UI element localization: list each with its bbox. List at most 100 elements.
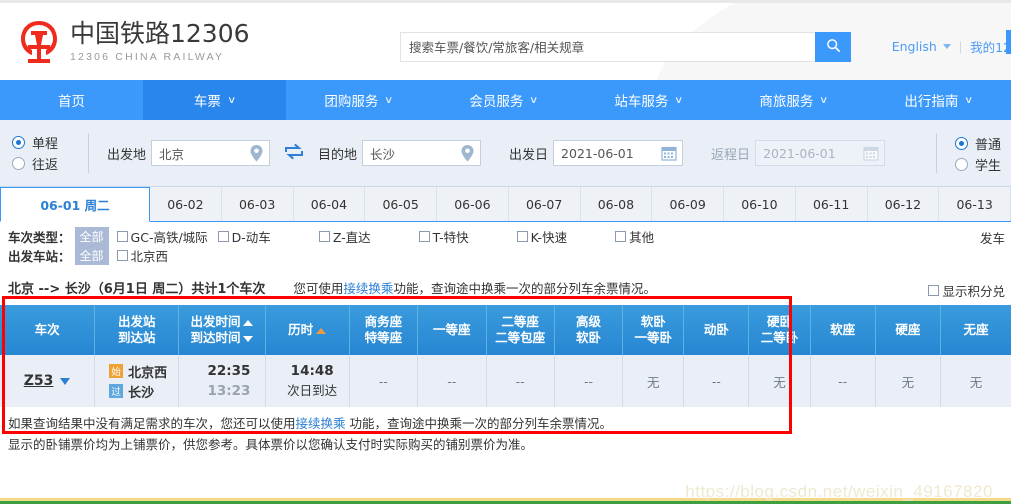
train-type-all-chip[interactable]: 全部: [74, 227, 109, 246]
col-label-2: 二等包座: [495, 330, 546, 345]
my-account-link[interactable]: 我的12: [970, 37, 1011, 56]
transfer-link[interactable]: 接续换乘: [343, 281, 393, 296]
cell-emu-sleeper: --: [683, 355, 750, 407]
nav-item-station-service[interactable]: 站车服务 ∨: [576, 80, 721, 120]
date-tab[interactable]: 06-07: [508, 187, 581, 221]
language-switcher[interactable]: English: [892, 39, 937, 54]
radio-one-way[interactable]: 单程: [12, 132, 78, 153]
calendar-icon[interactable]: [661, 145, 677, 164]
sort-asc-icon[interactable]: [316, 327, 327, 334]
nav-item-member-service[interactable]: 会员服务 ∨: [431, 80, 576, 120]
date-tab[interactable]: 06-12: [867, 187, 940, 221]
footer-transfer-link[interactable]: 接续换乘: [296, 416, 346, 431]
calendar-icon[interactable]: [863, 145, 879, 164]
panel-divider: [936, 133, 937, 173]
footer-line-2: 显示的卧铺票价均为上铺票价，供您参考。具体票价以您确认支付时实际购买的铺别票价为…: [8, 437, 534, 452]
col-soft-seat: 软座: [810, 305, 876, 355]
show-points-checkbox-row[interactable]: 显示积分兑: [928, 281, 1005, 300]
passenger-type-group: 普通 学生: [954, 133, 1001, 175]
search-button[interactable]: [815, 32, 851, 62]
checkbox: [116, 250, 128, 261]
filter-d[interactable]: D-动车: [217, 227, 271, 246]
date-tab[interactable]: 06-08: [580, 187, 653, 221]
header-edge-accent: [1006, 30, 1011, 54]
transfer-note: 您可使用接续换乘功能，查询途中换乘一次的部分列车余票情况。: [293, 278, 656, 297]
date-tab-label: 06-08: [597, 196, 635, 212]
chevron-down-icon[interactable]: [942, 44, 951, 49]
date-tab[interactable]: 06-09: [652, 187, 724, 221]
nav-item-group-service[interactable]: 团购服务 ∨: [286, 80, 431, 120]
nav-label: 车票: [193, 94, 221, 110]
train-type-filter-row: 车次类型： 全部 GC-高铁/城际 D-动车 Z-直达 T-特快 K-快速 其他: [8, 227, 1011, 246]
nav-item-home[interactable]: 首页: [0, 80, 143, 120]
sort-asc-icon[interactable]: [243, 319, 254, 326]
filter-label: GC-高铁/城际: [130, 230, 208, 245]
from-station-line: 始 北京西: [109, 361, 178, 381]
date-tab[interactable]: 06-13: [939, 187, 1011, 221]
col-label: 高级: [576, 314, 602, 330]
from-station-field[interactable]: [151, 140, 271, 166]
railway-logo-icon: [18, 19, 60, 65]
chevron-down-icon: ∨: [529, 94, 539, 106]
nav-item-travel-guide[interactable]: 出行指南 ∨: [866, 80, 1011, 120]
header-separator: |: [958, 39, 963, 54]
depart-date-field[interactable]: [553, 140, 684, 166]
cell-stations: 始 北京西 过 长沙: [94, 355, 180, 407]
to-station-name: 长沙: [128, 385, 155, 401]
station-all-chip[interactable]: 全部: [74, 246, 109, 265]
nav-item-tickets[interactable]: 车票 ∨: [143, 80, 286, 120]
query-panel: 单程 往返 出发地 北京 目的地 长沙 出发日 2021-06-01 返程日 2…: [0, 120, 1011, 187]
filter-z[interactable]: Z-直达: [318, 227, 371, 246]
sort-desc-icon[interactable]: [243, 335, 254, 342]
date-tab[interactable]: 06-04: [293, 187, 366, 221]
col-train-code[interactable]: 车次: [0, 305, 96, 355]
date-tab[interactable]: 06-10: [724, 187, 796, 221]
train-results-table: 车次 出发站 到达站 出发时间 到达时间 历时 商务座 特等座 一等座 二等座 二等包座…: [0, 305, 1011, 407]
date-tab[interactable]: 06-02: [150, 187, 222, 221]
col-duration[interactable]: 历时: [265, 305, 350, 355]
col-label: 动卧: [703, 322, 729, 338]
filter-gc[interactable]: GC-高铁/城际: [116, 227, 208, 246]
return-date-field[interactable]: [755, 140, 886, 166]
checkbox: [418, 231, 430, 242]
col-times[interactable]: 出发时间 到达时间: [178, 305, 266, 355]
radio-label: 往返: [32, 158, 59, 173]
swap-stations-button[interactable]: [284, 143, 304, 163]
radio-normal-ticket[interactable]: 普通: [954, 133, 1001, 154]
date-tab[interactable]: 06-11: [795, 187, 868, 221]
main-nav: 首页 车票 ∨ 团购服务 ∨ 会员服务 ∨ 站车服务 ∨ 商旅服务 ∨ 出行指南…: [0, 80, 1011, 120]
col-emu-sleeper: 动卧: [683, 305, 750, 355]
filter-label: Z-直达: [332, 230, 371, 245]
train-code-link[interactable]: Z53: [24, 373, 54, 389]
cell-business-seat: --: [349, 355, 419, 407]
filter-t[interactable]: T-特快: [418, 227, 469, 246]
date-tab-active[interactable]: 06-01 周二: [0, 187, 150, 222]
table-row[interactable]: Z53 始 北京西 过 长沙 22:35 13:23 14:48 次日到达 --…: [0, 355, 1011, 407]
radio-round-trip[interactable]: 往返: [12, 153, 78, 174]
date-tab[interactable]: 06-06: [437, 187, 509, 221]
filter-other[interactable]: 其他: [615, 227, 654, 246]
date-tab[interactable]: 06-03: [221, 187, 294, 221]
filter-k[interactable]: K-快速: [516, 227, 567, 246]
checkbox: [116, 231, 128, 242]
depart-time-filter-label[interactable]: 发车: [980, 228, 1005, 247]
chevron-down-icon[interactable]: [60, 378, 71, 385]
location-pin-icon: [249, 144, 264, 166]
radio-student-ticket[interactable]: 学生: [954, 154, 1001, 175]
transfer-note-suffix: 功能，查询途中换乘一次的部分列车余票情况。: [393, 281, 656, 296]
col-premium-soft-sleeper: 高级 软卧: [554, 305, 624, 355]
col-label: 商务座: [364, 314, 403, 330]
header-links: English | 我的12: [892, 37, 1011, 56]
to-station-field[interactable]: [362, 140, 482, 166]
chevron-down-icon: ∨: [226, 94, 237, 106]
date-tab-label: 06-03: [238, 196, 276, 212]
date-tab[interactable]: 06-05: [365, 187, 437, 221]
filter-station-beijingxi[interactable]: 北京西: [116, 246, 168, 265]
col-soft-sleeper: 软卧 一等卧: [622, 305, 685, 355]
site-logo[interactable]: 中国铁路12306 12306 CHINA RAILWAY: [18, 19, 250, 65]
nav-item-business-travel[interactable]: 商旅服务 ∨: [721, 80, 866, 120]
col-label-2: 软卧: [576, 330, 602, 345]
search-input[interactable]: [400, 32, 815, 62]
show-points-label: 显示积分兑: [942, 284, 1005, 299]
chevron-down-icon: ∨: [964, 94, 974, 106]
